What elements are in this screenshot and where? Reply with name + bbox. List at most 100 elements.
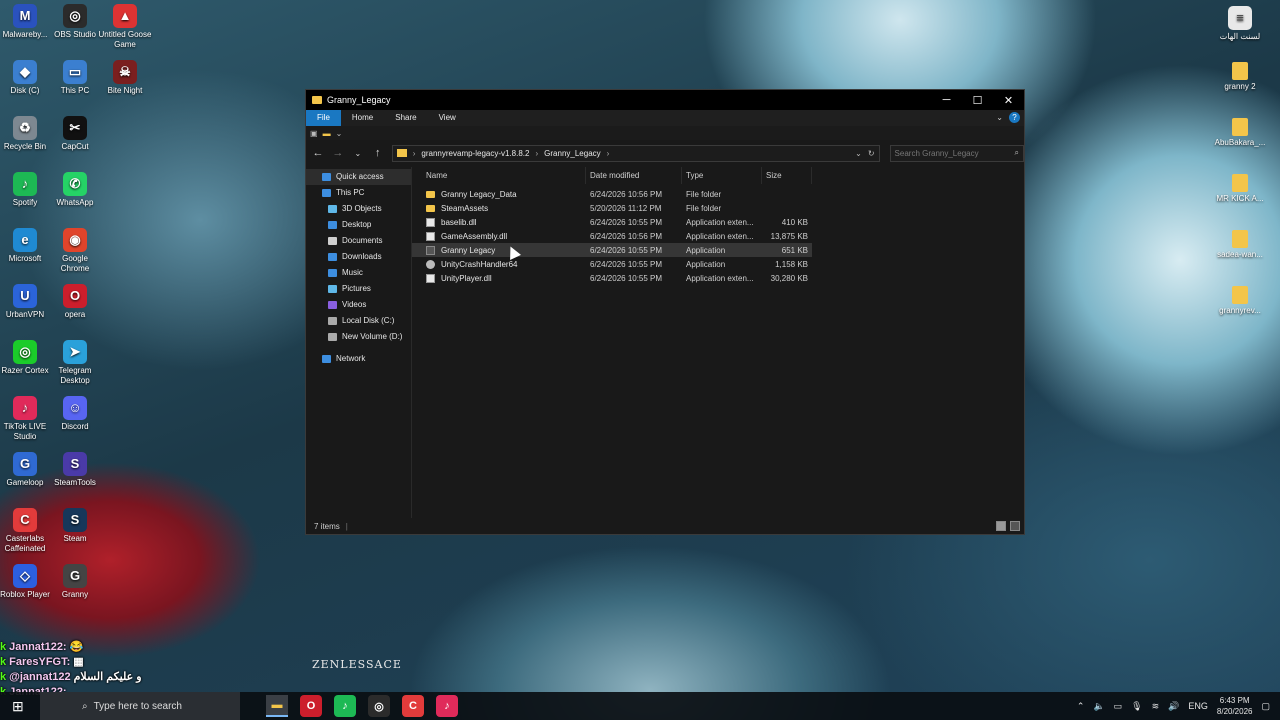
back-icon[interactable]: ←: [312, 147, 324, 159]
chevron-right-icon[interactable]: ›: [413, 149, 416, 158]
nav-item[interactable]: Downloads: [306, 249, 411, 265]
desktop-icon-item[interactable]: ◉ Google Chrome: [48, 228, 102, 274]
desktop-icon-item[interactable]: M Malwareby...: [0, 4, 52, 40]
speaker-icon[interactable]: 🔈: [1093, 701, 1104, 712]
column-date-modified[interactable]: Date modified: [586, 167, 682, 184]
desktop-icon-item[interactable]: C Casterlabs Caffeinated: [0, 508, 52, 554]
language-indicator[interactable]: ENG: [1188, 701, 1208, 711]
wifi-icon[interactable]: ≋: [1152, 701, 1160, 712]
clock[interactable]: 6:43 PM 8/20/2026: [1217, 695, 1253, 717]
file-row[interactable]: UnityPlayer.dll 6/24/2026 10:55 PM Applica…: [412, 271, 812, 285]
file-row[interactable]: Granny Legacy 6/24/2026 10:55 PM Applicati…: [412, 243, 812, 257]
file-explorer-window[interactable]: Granny_Legacy ─ ☐ ✕ File Home Share View…: [305, 89, 1025, 535]
nav-item[interactable]: Network: [306, 351, 411, 367]
desktop-icon-item[interactable]: G Gameloop: [0, 452, 52, 488]
nav-item[interactable]: Videos: [306, 297, 411, 313]
desktop-icon-item[interactable]: ☺ Discord: [48, 396, 102, 432]
nav-item[interactable]: Pictures: [306, 281, 411, 297]
tiktok-icon[interactable]: ♪: [436, 695, 458, 717]
nav-item-label: Videos: [342, 300, 367, 309]
casterlabs-icon[interactable]: C: [402, 695, 424, 717]
file-explorer-icon[interactable]: ▬: [266, 695, 288, 717]
column-type[interactable]: Type: [682, 167, 762, 184]
tab-share[interactable]: Share: [384, 110, 427, 126]
desktop-icon-item[interactable]: G Granny: [48, 564, 102, 600]
nav-item[interactable]: Local Disk (C:): [306, 313, 411, 329]
nav-item[interactable]: 3D Objects: [306, 201, 411, 217]
file-row[interactable]: baselib.dll 6/24/2026 10:55 PM Application…: [412, 215, 812, 229]
desktop-icon-item[interactable]: U UrbanVPN: [0, 284, 52, 320]
chevron-down-icon[interactable]: ⌄: [855, 149, 862, 158]
desktop-icon-item[interactable]: ◎ Razer Cortex: [0, 340, 52, 376]
desktop-icon-item[interactable]: ♪ Spotify: [0, 172, 52, 208]
battery-icon[interactable]: ▭: [1114, 701, 1123, 712]
desktop-icon-item[interactable]: S Steam: [48, 508, 102, 544]
nav-item[interactable]: Documents: [306, 233, 411, 249]
file-row[interactable]: UnityCrashHandler64 6/24/2026 10:55 PM App…: [412, 257, 812, 271]
minimize-button[interactable]: ─: [931, 90, 962, 110]
chevron-up-icon[interactable]: ⌃: [1077, 701, 1085, 712]
large-icons-view-icon[interactable]: [1010, 521, 1020, 531]
desktop-icon-item[interactable]: granny 2: [1213, 62, 1267, 92]
properties-icon[interactable]: ▣: [310, 129, 318, 138]
help-icon[interactable]: ?: [1009, 112, 1020, 123]
desktop-icon-item[interactable]: e Microsoft: [0, 228, 52, 264]
chevron-right-icon[interactable]: ›: [607, 149, 610, 158]
recent-locations-icon[interactable]: ⌄: [352, 149, 364, 158]
desktop-icon-item[interactable]: ◇ Roblox Player: [0, 564, 52, 600]
chevron-right-icon[interactable]: ›: [535, 149, 538, 158]
tab-home[interactable]: Home: [341, 110, 384, 126]
file-row[interactable]: Granny Legacy_Data 6/24/2026 10:56 PM File…: [412, 187, 812, 201]
nav-item[interactable]: This PC: [306, 185, 411, 201]
maximize-button[interactable]: ☐: [962, 90, 993, 110]
start-icon[interactable]: ⊞: [12, 698, 24, 715]
file-row[interactable]: SteamAssets 5/20/2026 11:12 PM File folder: [412, 201, 812, 215]
nav-item[interactable]: Music: [306, 265, 411, 281]
close-button[interactable]: ✕: [993, 90, 1024, 110]
desktop-icon-item[interactable]: ▭ This PC: [48, 60, 102, 96]
microphone-icon[interactable]: 🎙: [1131, 701, 1142, 712]
desktop-icon-item[interactable]: ◆ Disk (C): [0, 60, 52, 96]
tab-file[interactable]: File: [306, 110, 341, 126]
volume-icon[interactable]: 🔊: [1168, 701, 1179, 712]
desktop-icon-item[interactable]: MR KICK A...: [1213, 174, 1267, 204]
breadcrumb-segment[interactable]: grannyrevamp-legacy-v1.8.8.2: [421, 149, 529, 158]
nav-item[interactable]: New Volume (D:): [306, 329, 411, 345]
nav-item[interactable]: Desktop: [306, 217, 411, 233]
column-size[interactable]: Size: [762, 167, 812, 184]
notifications-icon[interactable]: ▢: [1261, 701, 1270, 712]
desktop-icon-item[interactable]: ✆ WhatsApp: [48, 172, 102, 208]
desktop-icon-item[interactable]: ♪ TikTok LIVE Studio: [0, 396, 52, 442]
desktop-icon-item[interactable]: AbuBakara_...: [1213, 118, 1267, 148]
desktop-icon-item[interactable]: ✂ CapCut: [48, 116, 102, 152]
obs-icon[interactable]: ◎: [368, 695, 390, 717]
address-bar[interactable]: › grannyrevamp-legacy-v1.8.8.2 › Granny_…: [391, 144, 880, 162]
search-input[interactable]: Search Granny_Legacy ⌕: [889, 144, 1024, 162]
column-name[interactable]: Name: [412, 167, 586, 184]
title-bar[interactable]: Granny_Legacy ─ ☐ ✕: [306, 90, 1024, 110]
details-view-icon[interactable]: [996, 521, 1006, 531]
desktop-icon-item[interactable]: ➤ Telegram Desktop: [48, 340, 102, 386]
refresh-icon[interactable]: ↻: [868, 149, 875, 158]
up-icon[interactable]: ↑: [372, 147, 384, 159]
spotify-icon[interactable]: ♪: [334, 695, 356, 717]
forward-icon[interactable]: →: [332, 147, 344, 159]
desktop-icon-item[interactable]: grannyrev...: [1213, 286, 1267, 316]
taskbar-search[interactable]: ⌕ Type here to search: [40, 692, 240, 720]
desktop-icon-item[interactable]: ☠ Bite Night: [98, 60, 152, 96]
desktop-icon-item[interactable]: ♻ Recycle Bin: [0, 116, 52, 152]
customize-toolbar-icon[interactable]: ⌄: [336, 129, 343, 138]
expand-ribbon-icon[interactable]: ⌄: [996, 113, 1003, 122]
desktop-icon-item[interactable]: S SteamTools: [48, 452, 102, 488]
desktop-icon-item[interactable]: ▲ Untitled Goose Game: [98, 4, 152, 50]
desktop-icon-item[interactable]: Oopera: [48, 284, 102, 320]
file-row[interactable]: GameAssembly.dll 6/24/2026 10:56 PM Applic…: [412, 229, 812, 243]
breadcrumb-segment[interactable]: Granny_Legacy: [544, 149, 600, 158]
desktop-icon-item[interactable]: ≡ لسنت الهات: [1213, 6, 1267, 42]
desktop-icon-item[interactable]: sadea-wan...: [1213, 230, 1267, 260]
opera-icon[interactable]: O: [300, 695, 322, 717]
nav-item[interactable]: Quick access: [306, 169, 411, 185]
tab-view[interactable]: View: [428, 110, 467, 126]
new-folder-icon[interactable]: ▬: [323, 129, 331, 138]
desktop-icon-item[interactable]: ◎ OBS Studio: [48, 4, 102, 40]
